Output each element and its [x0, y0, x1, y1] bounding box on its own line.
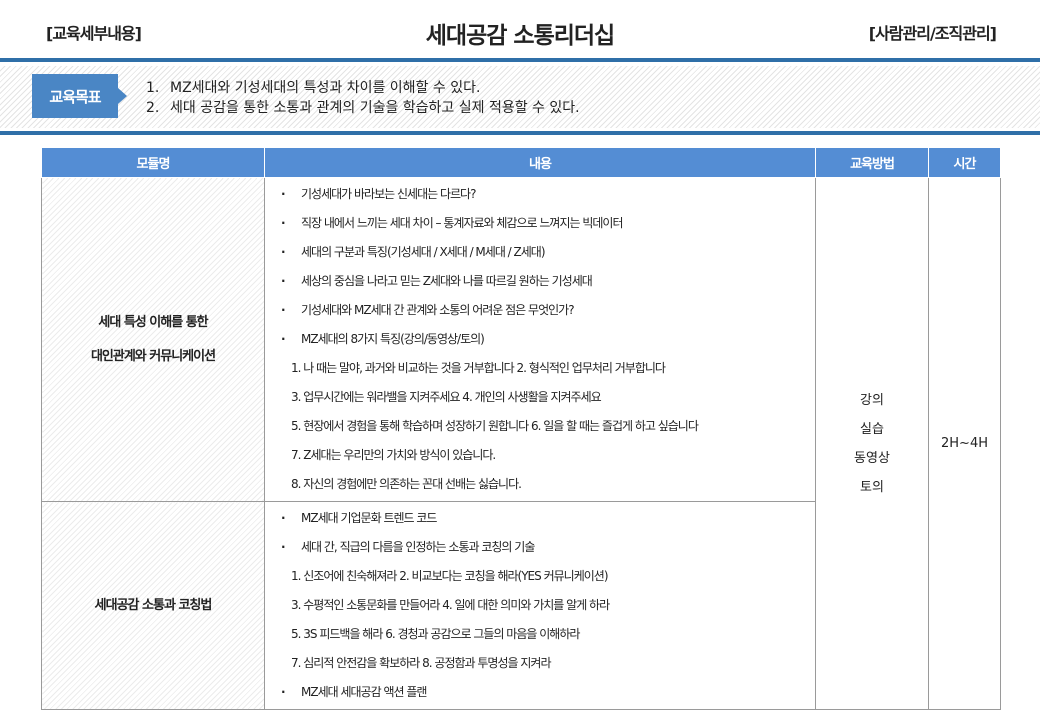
list-subitem: 3. 업무시간에는 워라밸을 지켜주세요 4. 개인의 사생활을 지켜주세요 — [291, 390, 602, 404]
category-label: [사람관리/조직관리] — [868, 24, 997, 43]
list-subitem: 7. 심리적 안전감을 확보하라 8. 공정함과 투명성을 지켜라 — [291, 656, 551, 670]
objective-list: 1. MZ세대와 기성세대의 특성과 차이를 이해할 수 있다. 2. 세대 공감을… — [146, 78, 580, 118]
objective-banner: 교육목표 1. MZ세대와 기성세대의 특성과 차이를 이해할 수 있다. 2. 세… — [0, 66, 1040, 128]
header-method: 교육방법 — [815, 147, 929, 178]
objective-item: 1. MZ세대와 기성세대의 특성과 차이를 이해할 수 있다. — [146, 80, 481, 96]
module-title: 세대공감 소통과 코칭법 — [41, 501, 265, 710]
method-cell: 강의 실습 동영상 토의 — [815, 177, 929, 710]
list-item: 세대 간, 직급의 다름을 인정하는 소통과 코칭의 기술 — [281, 533, 815, 562]
list-item: 세상의 중심을 나라고 믿는 Z세대와 나를 따르길 원하는 기성세대 — [281, 267, 815, 296]
module-content: MZ세대 기업문화 트렌드 코드 세대 간, 직급의 다름을 인정하는 소통과 … — [264, 501, 816, 710]
list-subitem: 3. 수평적인 소통문화를 만들어라 4. 일에 대한 의미와 가치를 알게 하… — [291, 598, 610, 612]
list-item: MZ세대의 8가지 특징(강의/동영상/토의) — [281, 325, 815, 354]
top-divider — [0, 58, 1040, 62]
list-item: 기성세대가 바라보는 신세대는 다르다? — [281, 180, 815, 209]
module-title: 세대 특성 이해를 통한 대인관계와 커뮤니케이션 — [41, 177, 265, 502]
header-time: 시간 — [928, 147, 1001, 178]
bottom-divider — [0, 131, 1040, 135]
objective-label: 교육목표 — [32, 74, 118, 118]
table-row: 세대 특성 이해를 통한 대인관계와 커뮤니케이션 기성세대가 바라보는 신세대… — [41, 177, 1001, 710]
list-item: MZ세대 세대공감 액션 플랜 — [281, 678, 815, 707]
module-content: 기성세대가 바라보는 신세대는 다르다? 직장 내에서 느끼는 세대 차이 – … — [264, 177, 816, 502]
list-subitem: 5. 현장에서 경험을 통해 학습하며 성장하기 원합니다 6. 일을 할 때는… — [291, 419, 699, 433]
list-subitem: 7. Z세대는 우리만의 가치와 방식이 있습니다. — [291, 448, 496, 462]
time-cell: 2H~4H — [928, 177, 1001, 710]
curriculum-table: 모듈명 내용 교육방법 시간 세대 특성 이해를 통한 대인관계와 커뮤니케이션… — [41, 147, 1001, 710]
header-module: 모듈명 — [41, 147, 265, 178]
arrow-right-icon — [118, 88, 127, 104]
list-item: MZ세대 기업문화 트렌드 코드 — [281, 504, 815, 533]
list-subitem: 1. 나 때는 말야, 과거와 비교하는 것을 거부합니다 2. 형식적인 업무… — [291, 361, 666, 375]
table-header-row: 모듈명 내용 교육방법 시간 — [41, 147, 1001, 178]
page-header: [교육세부내용] 세대공감 소통리더십 [사람관리/조직관리] — [0, 0, 1040, 60]
list-subitem: 8. 자신의 경험에만 의존하는 꼰대 선배는 싫습니다. — [291, 477, 522, 491]
list-subitem: 1. 신조어에 친숙해져라 2. 비교보다는 코칭을 해라(YES 커뮤니케이션… — [291, 569, 609, 583]
list-item: 세대의 구분과 특징(기성세대 / X세대 / M세대 / Z세대) — [281, 238, 815, 267]
header-content: 내용 — [264, 147, 816, 178]
list-subitem: 5. 3S 피드백을 해라 6. 경청과 공감으로 그들의 마음을 이해하라 — [291, 627, 580, 641]
objective-item: 2. 세대 공감을 통한 소통과 관계의 기술을 학습하고 실제 적용할 수 있다… — [146, 100, 580, 116]
list-item: 직장 내에서 느끼는 세대 차이 – 통계자료와 체감으로 느껴지는 빅데이터 — [281, 209, 815, 238]
list-item: 기성세대와 MZ세대 간 관계와 소통의 어려운 점은 무엇인가? — [281, 296, 815, 325]
